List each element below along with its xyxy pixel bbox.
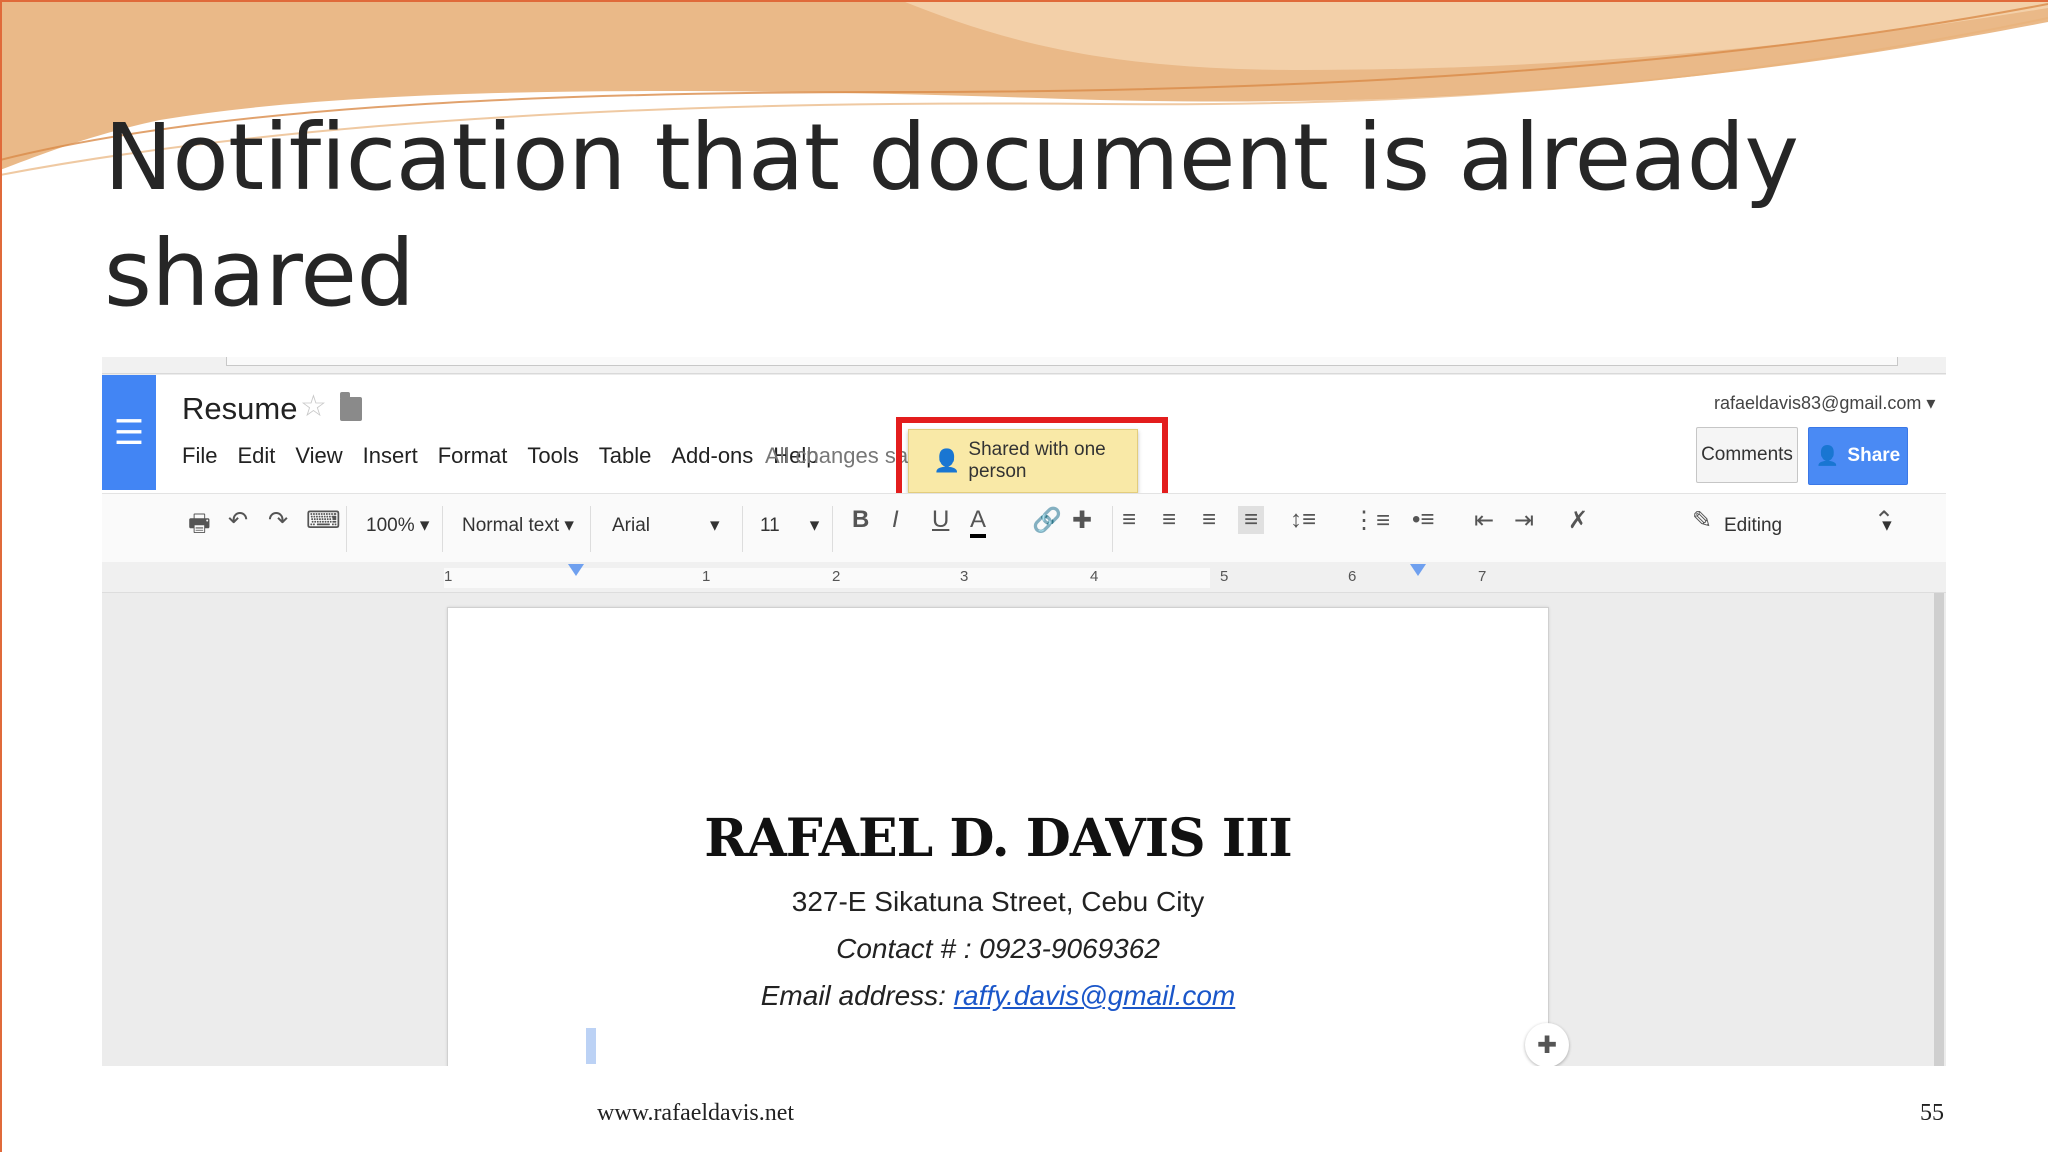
- clear-formatting-icon[interactable]: ✗: [1568, 506, 1588, 535]
- bulleted-list-icon[interactable]: •≡: [1412, 506, 1434, 534]
- page-number: 55: [1920, 1100, 1944, 1126]
- top-edge: [0, 0, 2048, 2]
- ruler-number: 7: [1478, 568, 1487, 585]
- align-center-icon[interactable]: ≡: [1162, 506, 1176, 534]
- menu-addons[interactable]: Add-ons: [671, 443, 753, 469]
- resume-email-line: Email address: raffy.davis@gmail.com: [760, 980, 1236, 1011]
- share-button[interactable]: 👤 Share: [1808, 427, 1908, 485]
- right-indent-marker[interactable]: [1410, 564, 1426, 576]
- slide: Notification that document is already sh…: [0, 0, 2048, 1152]
- menu-tools[interactable]: Tools: [527, 443, 578, 469]
- folder-icon[interactable]: [340, 392, 362, 421]
- link-icon[interactable]: 🔗: [1032, 506, 1062, 535]
- font-size-select[interactable]: 11 ▾: [760, 514, 819, 537]
- bold-icon[interactable]: B: [852, 506, 869, 534]
- ruler-number: 1: [444, 568, 453, 585]
- ruler-number: 1: [702, 568, 711, 585]
- text-cursor: [586, 1028, 596, 1064]
- paint-format-icon[interactable]: ⌨: [306, 506, 341, 535]
- comments-button[interactable]: Comments: [1696, 427, 1798, 483]
- align-left-icon[interactable]: ≡: [1122, 506, 1136, 534]
- document-title[interactable]: Resume: [182, 391, 297, 427]
- collapse-icon[interactable]: ⌃: [1874, 506, 1894, 535]
- ruler-number: 5: [1220, 568, 1229, 585]
- numbered-list-icon[interactable]: ⋮≡: [1352, 506, 1390, 535]
- scrollbar[interactable]: [1934, 593, 1944, 1066]
- document-page[interactable]: RAFAEL D. DAVIS III 327-E Sikatuna Stree…: [447, 607, 1549, 1066]
- menu-bar: File Edit View Insert Format Tools Table…: [182, 443, 839, 469]
- underline-icon[interactable]: U: [932, 506, 949, 534]
- menu-format[interactable]: Format: [438, 443, 508, 469]
- justify-icon[interactable]: ≡: [1238, 506, 1265, 534]
- comment-icon[interactable]: ✚: [1072, 506, 1092, 535]
- docs-home-icon[interactable]: ☰: [102, 375, 156, 490]
- docs-header: ☰ Resume ☆ File Edit View Insert Format …: [102, 375, 1946, 523]
- document-canvas: RAFAEL D. DAVIS III 327-E Sikatuna Stree…: [102, 593, 1946, 1066]
- text-color-icon[interactable]: A: [970, 506, 987, 538]
- formatting-toolbar: 🖶 ↶ ↷ ⌨ 100% ▾ Normal text ▾ Arial ▾ 11 ▾ …: [102, 493, 1946, 563]
- undo-icon[interactable]: ↶: [228, 506, 248, 535]
- pencil-icon: ✎: [1692, 507, 1713, 534]
- menu-table[interactable]: Table: [599, 443, 652, 469]
- decrease-indent-icon[interactable]: ⇤: [1474, 506, 1494, 535]
- left-indent-marker[interactable]: [568, 564, 584, 576]
- menu-file[interactable]: File: [182, 443, 217, 469]
- print-icon[interactable]: 🖶: [188, 506, 211, 547]
- account-email[interactable]: rafaeldavis83@gmail.com ▾: [1714, 393, 1935, 414]
- footer-url: www.rafaeldavis.net: [597, 1100, 795, 1126]
- line-spacing-icon[interactable]: ↕≡: [1290, 506, 1316, 534]
- menu-edit[interactable]: Edit: [237, 443, 275, 469]
- star-icon[interactable]: ☆: [300, 389, 327, 424]
- browser-strip: [102, 357, 1946, 374]
- style-select[interactable]: Normal text ▾: [462, 514, 574, 537]
- zoom-select[interactable]: 100% ▾: [366, 514, 429, 537]
- slide-title: Notification that document is already sh…: [104, 104, 1799, 327]
- font-select[interactable]: Arial ▾: [612, 514, 720, 537]
- resume-email-link[interactable]: raffy.davis@gmail.com: [954, 980, 1236, 1011]
- ruler-number: 6: [1348, 568, 1357, 585]
- add-comment-icon[interactable]: ✚: [1525, 1023, 1569, 1066]
- docs-screenshot: ☰ Resume ☆ File Edit View Insert Format …: [102, 357, 1946, 1066]
- resume-address: 327-E Sikatuna Street, Cebu City: [791, 886, 1205, 917]
- redo-icon[interactable]: ↷: [268, 506, 288, 535]
- menu-view[interactable]: View: [295, 443, 342, 469]
- italic-icon[interactable]: I: [892, 506, 899, 534]
- ruler-number: 2: [832, 568, 841, 585]
- increase-indent-icon[interactable]: ⇥: [1514, 506, 1534, 535]
- menu-insert[interactable]: Insert: [363, 443, 418, 469]
- resume-contact: Contact # : 0923-9069362: [836, 933, 1160, 964]
- ruler: 1 1 2 3 4 5 6 7: [102, 562, 1946, 593]
- editing-mode-select[interactable]: Editing ▾: [1724, 514, 1892, 537]
- resume-name: RAFAEL D. DAVIS III: [704, 808, 1292, 869]
- person-icon: 👤: [1815, 446, 1840, 467]
- align-right-icon[interactable]: ≡: [1202, 506, 1216, 534]
- ruler-number: 3: [960, 568, 969, 585]
- ruler-number: 4: [1090, 568, 1099, 585]
- left-edge: [0, 0, 2, 1152]
